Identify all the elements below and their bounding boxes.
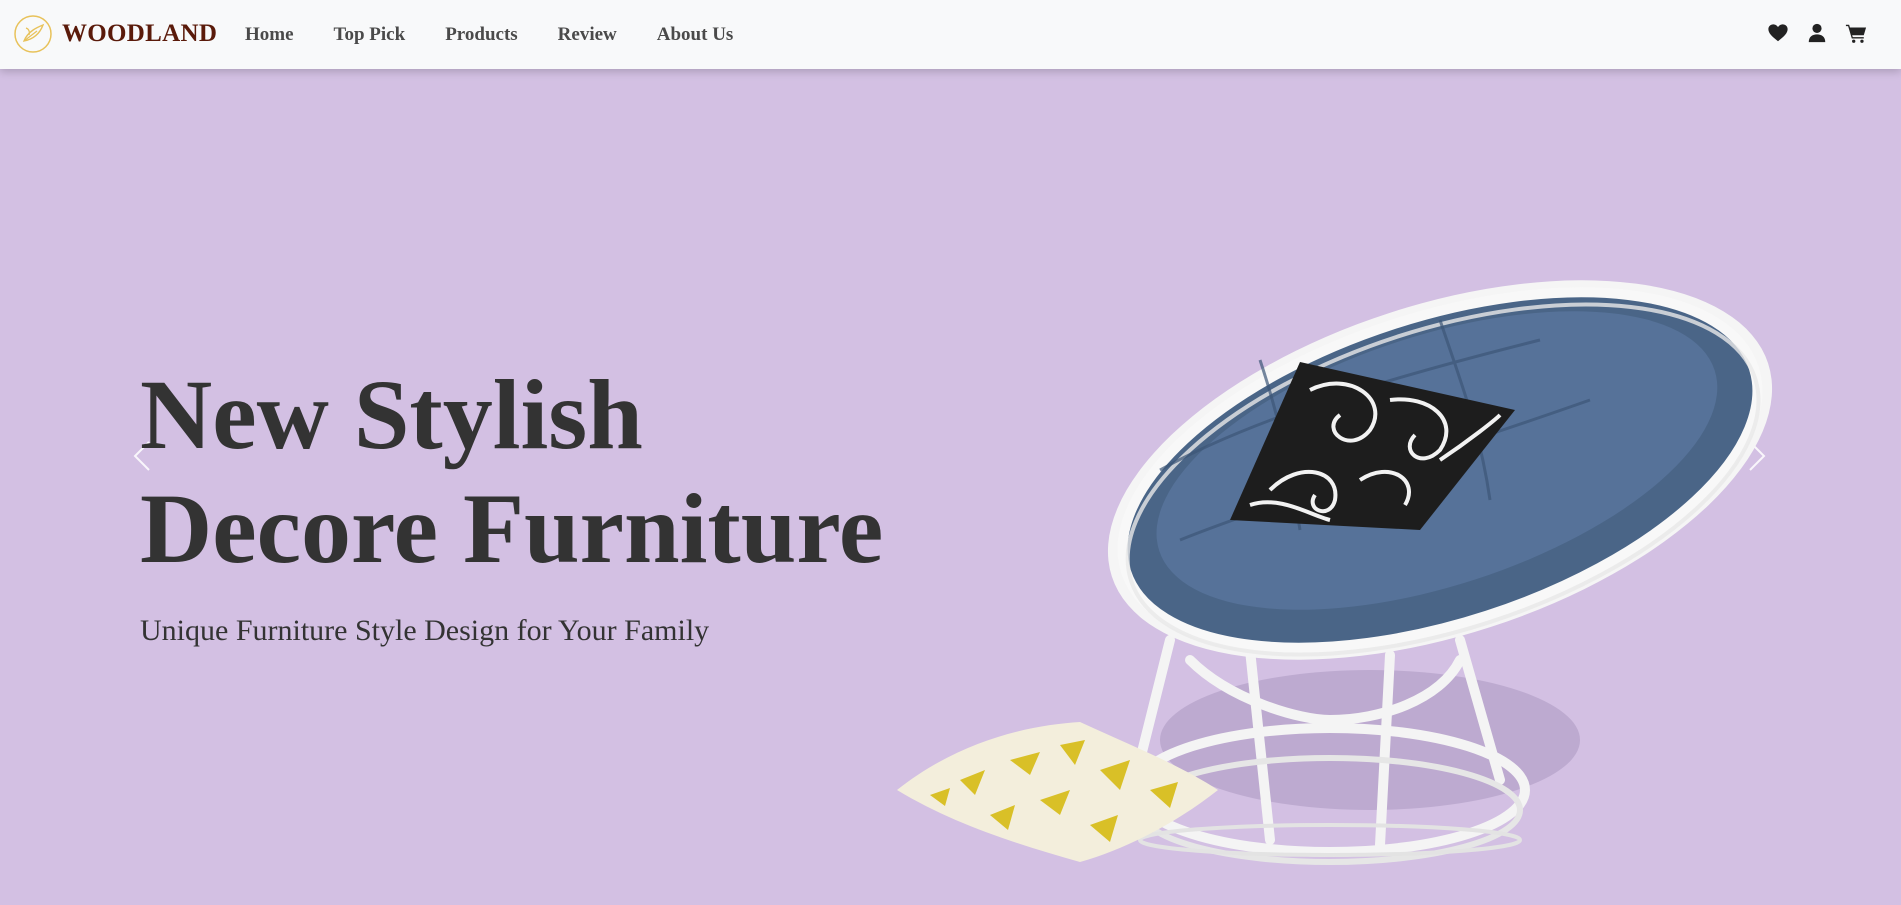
nav-link-about-us[interactable]: About Us [657,24,734,46]
navbar: WOODLAND Home Top Pick Products Review A… [0,0,1901,69]
leaf-emblem-icon [14,15,52,53]
user-icon[interactable] [1806,22,1828,44]
nav-links: Home Top Pick Products Review About Us [245,0,773,69]
nav-icons [1750,22,1867,44]
nav-link-home[interactable]: Home [245,24,294,46]
brand-name: WOODLAND [62,20,218,47]
brand-logo-link[interactable]: WOODLAND [13,14,217,54]
heart-icon[interactable] [1767,22,1789,44]
nav-link-top-pick[interactable]: Top Pick [334,24,406,46]
hero-title: New Stylish Decore Furniture [140,358,883,586]
cart-icon[interactable] [1845,22,1867,44]
hero-subtitle: Unique Furniture Style Design for Your F… [140,614,710,647]
hero-title-line-2: Decore Furniture [140,473,884,584]
papasan-chair-image [897,280,1773,865]
nav-link-products[interactable]: Products [445,24,517,46]
hero-text: New Stylish Decore Furniture Unique Furn… [140,358,883,648]
hero-title-line-1: New Stylish [140,359,643,470]
nav-link-review[interactable]: Review [558,24,617,46]
